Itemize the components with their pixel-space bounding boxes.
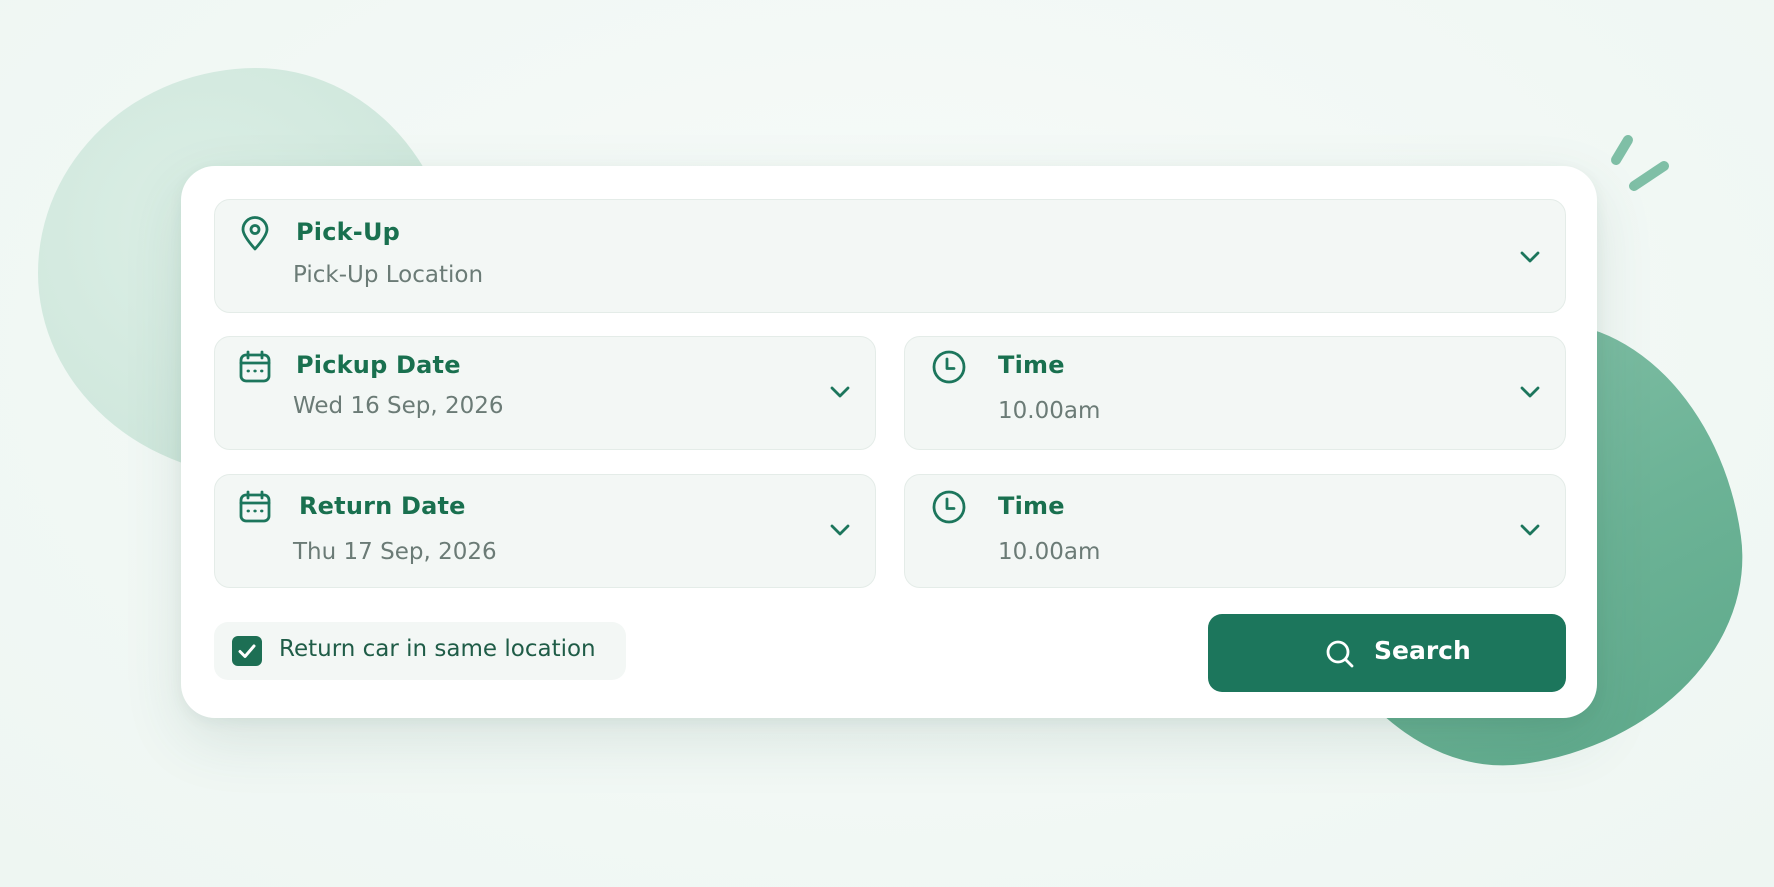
booking-card: Pick-Up Pick-Up Location Pickup Date Wed… <box>181 166 1597 718</box>
calendar-icon <box>237 349 273 385</box>
chevron-down-icon <box>827 517 853 543</box>
search-icon <box>1324 638 1356 670</box>
return-time-label: Time <box>998 492 1065 520</box>
chevron-down-icon <box>1517 517 1543 543</box>
chevron-down-icon <box>827 379 853 405</box>
pickup-time-value: 10.00am <box>998 398 1101 424</box>
search-button-label: Search <box>1374 636 1471 665</box>
background: Pick-Up Pick-Up Location Pickup Date Wed… <box>0 0 1774 887</box>
checkbox-checked[interactable] <box>232 636 262 666</box>
map-pin-icon <box>237 216 273 252</box>
pickup-date-value: Wed 16 Sep, 2026 <box>293 393 504 419</box>
pickup-time-select[interactable]: Time 10.00am <box>904 336 1566 450</box>
chevron-down-icon <box>1517 379 1543 405</box>
return-date-label: Return Date <box>299 492 466 520</box>
return-date-select[interactable]: Return Date Thu 17 Sep, 2026 <box>214 474 876 588</box>
pickup-date-label: Pickup Date <box>296 351 461 379</box>
return-date-value: Thu 17 Sep, 2026 <box>293 539 497 565</box>
pickup-location-select[interactable]: Pick-Up Pick-Up Location <box>214 199 1566 313</box>
pickup-label: Pick-Up <box>296 218 401 246</box>
chevron-down-icon <box>1517 244 1543 270</box>
same-location-label: Return car in same location <box>279 636 596 662</box>
search-button[interactable]: Search <box>1208 614 1566 692</box>
clock-icon <box>931 489 967 525</box>
accent-dash-icon <box>1611 135 1669 191</box>
pickup-location-placeholder: Pick-Up Location <box>293 262 484 288</box>
return-time-value: 10.00am <box>998 539 1101 565</box>
return-time-select[interactable]: Time 10.00am <box>904 474 1566 588</box>
pickup-date-select[interactable]: Pickup Date Wed 16 Sep, 2026 <box>214 336 876 450</box>
pickup-time-label: Time <box>998 351 1065 379</box>
calendar-icon <box>237 489 273 525</box>
clock-icon <box>931 349 967 385</box>
same-location-toggle[interactable]: Return car in same location <box>214 622 626 680</box>
